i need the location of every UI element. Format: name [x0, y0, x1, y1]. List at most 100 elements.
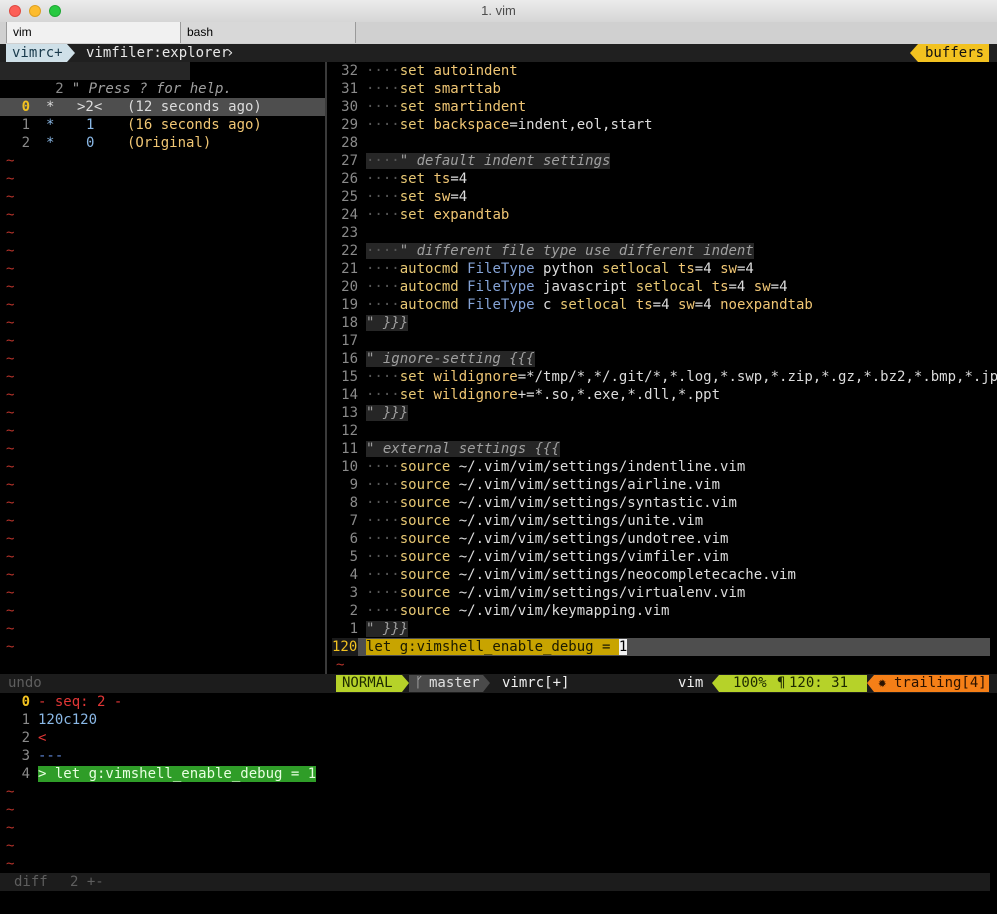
code-line[interactable]: 12: [332, 422, 366, 440]
code-line[interactable]: 13 " }}}: [332, 404, 409, 422]
code-text: " }}}: [366, 405, 409, 421]
code-token: autocmd: [399, 297, 459, 313]
code-text: ····" different file type use different …: [366, 243, 754, 259]
code-line[interactable]: 17: [332, 332, 366, 350]
diff-line[interactable]: 0 - seq: 2 -: [0, 693, 123, 711]
code-line[interactable]: 21 ····autocmd FileType python setlocal t…: [332, 260, 754, 278]
code-token: " different file type use different inde…: [399, 243, 754, 259]
code-line[interactable]: 18 " }}}: [332, 314, 409, 332]
code-line[interactable]: 11 " external settings {{{: [332, 440, 560, 458]
code-line[interactable]: 16 " ignore-setting {{{: [332, 350, 535, 368]
line-number: 9: [349, 477, 358, 493]
code-token: set: [399, 117, 426, 133]
indent-guide: ····: [366, 549, 400, 565]
code-line[interactable]: 7 ····source ~/.vim/vim/settings/unite.vi…: [332, 512, 704, 530]
code-token: javascript: [534, 279, 636, 295]
code-line[interactable]: 31 ····set smarttab: [332, 80, 501, 98]
undotree-entry[interactable]: 1 * 1 (16 seconds ago): [0, 116, 325, 134]
code-line[interactable]: 23: [332, 224, 366, 242]
code-token: set: [399, 369, 426, 385]
vertical-split-divider[interactable]: [325, 62, 327, 674]
code-line[interactable]: 14 ····set wildignore+=*.so,*.exe,*.dll,*…: [332, 386, 720, 404]
code-line[interactable]: 3 ····source ~/.vim/vim/settings/virtuale…: [332, 584, 746, 602]
line-number: 27: [341, 153, 358, 169]
window-title: 1. vim: [481, 3, 516, 18]
code-line[interactable]: 19 ····autocmd FileType c setlocal ts=4 s…: [332, 296, 813, 314]
line-number: 1: [21, 117, 30, 133]
code-line[interactable]: 22 ····" different file type use differen…: [332, 242, 754, 260]
line-number: 12: [341, 423, 358, 439]
code-text: ····source ~/.vim/vim/settings/unite.vim: [366, 513, 703, 529]
line-number: 29: [341, 117, 358, 133]
indent-guide: ····: [366, 99, 400, 115]
code-line[interactable]: 15 ····set wildignore=*/tmp/*,*/.git/*,*.…: [332, 368, 997, 386]
code-line[interactable]: 32 ····set autoindent: [332, 62, 518, 80]
diff-pane[interactable]: 0- seq: 2 -1 120c120 2 <3 --- 4 > let g:vimshe…: [0, 693, 997, 873]
terminal-tab-bash[interactable]: bash: [181, 22, 356, 43]
empty-line-tilde: ~: [6, 639, 15, 655]
line-number: 32: [341, 63, 358, 79]
code-line[interactable]: 4 ····source ~/.vim/vim/settings/neocompl…: [332, 566, 796, 584]
code-token: setlocal: [602, 261, 670, 277]
tab-separator-icon: [67, 44, 75, 62]
code-line[interactable]: 2 ····source ~/.vim/vim/keymapping.vim: [332, 602, 670, 620]
empty-line-tilde: ~: [6, 189, 15, 205]
empty-line-tilde: ~: [6, 261, 15, 277]
line-number: 23: [341, 225, 358, 241]
code-token: FileType: [467, 297, 535, 313]
code-token: set: [399, 99, 426, 115]
line-number: 26: [341, 171, 358, 187]
undotree-entry[interactable]: 2 * 0 (Original): [0, 134, 325, 152]
tab-vimrc[interactable]: vimrc+: [6, 44, 67, 62]
line-number: 10: [341, 459, 358, 475]
line-number: 2: [21, 730, 30, 746]
current-line[interactable]: 120 let g:vimshell_enable_debug = 1: [332, 638, 990, 656]
undotree-pane[interactable]: 2" Press ? for help. 1 0*>2<(12 seconds …: [0, 62, 327, 674]
current-line-number: 120: [332, 638, 358, 656]
tab-vimfiler-explorer[interactable]: vimfiler:explorer: [86, 44, 229, 62]
code-line[interactable]: 9 ····source ~/.vim/vim/settings/airline.…: [332, 476, 720, 494]
code-line[interactable]: 25 ····set sw=4: [332, 188, 467, 206]
branch-name: master: [429, 675, 480, 691]
code-line[interactable]: 6 ····source ~/.vim/vim/settings/undotree…: [332, 530, 729, 548]
code-text: ····source ~/.vim/vim/settings/airline.v…: [366, 477, 720, 493]
code-line[interactable]: 5 ····source ~/.vim/vim/settings/vimfiler…: [332, 548, 729, 566]
diff-line[interactable]: 4 > let g:vimshell_enable_debug = 1: [0, 765, 317, 783]
code-line[interactable]: 30 ····set smartindent: [332, 98, 526, 116]
empty-line-tilde: ~: [6, 838, 15, 854]
line-number: 28: [341, 135, 358, 151]
code-token: source: [399, 477, 451, 493]
code-line[interactable]: 26 ····set ts=4: [332, 170, 467, 188]
code-token: setlocal: [635, 279, 704, 295]
code-token: ts: [635, 297, 653, 313]
buffers-indicator[interactable]: buffers: [918, 44, 989, 62]
diff-line[interactable]: 3 ---: [0, 747, 64, 765]
code-token: " external settings {{{: [366, 441, 560, 457]
line-number: 30: [341, 99, 358, 115]
code-line[interactable]: 8 ····source ~/.vim/vim/settings/syntasti…: [332, 494, 737, 512]
editor-pane[interactable]: 32 ····set autoindent 31 ····set smarttab 30…: [332, 62, 997, 674]
code-line[interactable]: 29 ····set backspace=indent,eol,start: [332, 116, 652, 134]
code-line[interactable]: 1 " }}}: [332, 620, 409, 638]
trailing-warning[interactable]: ✹ trailing[4]: [874, 675, 989, 692]
undotree-entry[interactable]: 0 * >2< (12 seconds ago): [0, 98, 325, 116]
indent-guide: ····: [366, 585, 400, 601]
file-type: vim: [678, 675, 704, 691]
line-number: 11: [341, 441, 358, 457]
empty-line-tilde: ~: [6, 369, 15, 385]
empty-line-tilde: ~: [6, 513, 15, 529]
code-line[interactable]: 20 ····autocmd FileType javascript setloc…: [332, 278, 787, 296]
code-line[interactable]: 28: [332, 134, 366, 152]
undotree-seq: >2<: [77, 99, 103, 115]
code-line[interactable]: 10 ····source ~/.vim/vim/settings/indentl…: [332, 458, 745, 476]
diff-line[interactable]: 1 120c120: [0, 711, 97, 729]
code-line[interactable]: 27 ····" default indent settings: [332, 152, 611, 170]
diff-line[interactable]: 2 <: [0, 729, 47, 747]
code-line[interactable]: 24 ····set expandtab: [332, 206, 509, 224]
line-number: 14: [341, 387, 358, 403]
terminal-tab-vim[interactable]: vim: [6, 22, 181, 43]
code-text: ····source ~/.vim/vim/settings/virtualen…: [366, 585, 745, 601]
diff-status-info: 2 +-: [70, 874, 104, 890]
